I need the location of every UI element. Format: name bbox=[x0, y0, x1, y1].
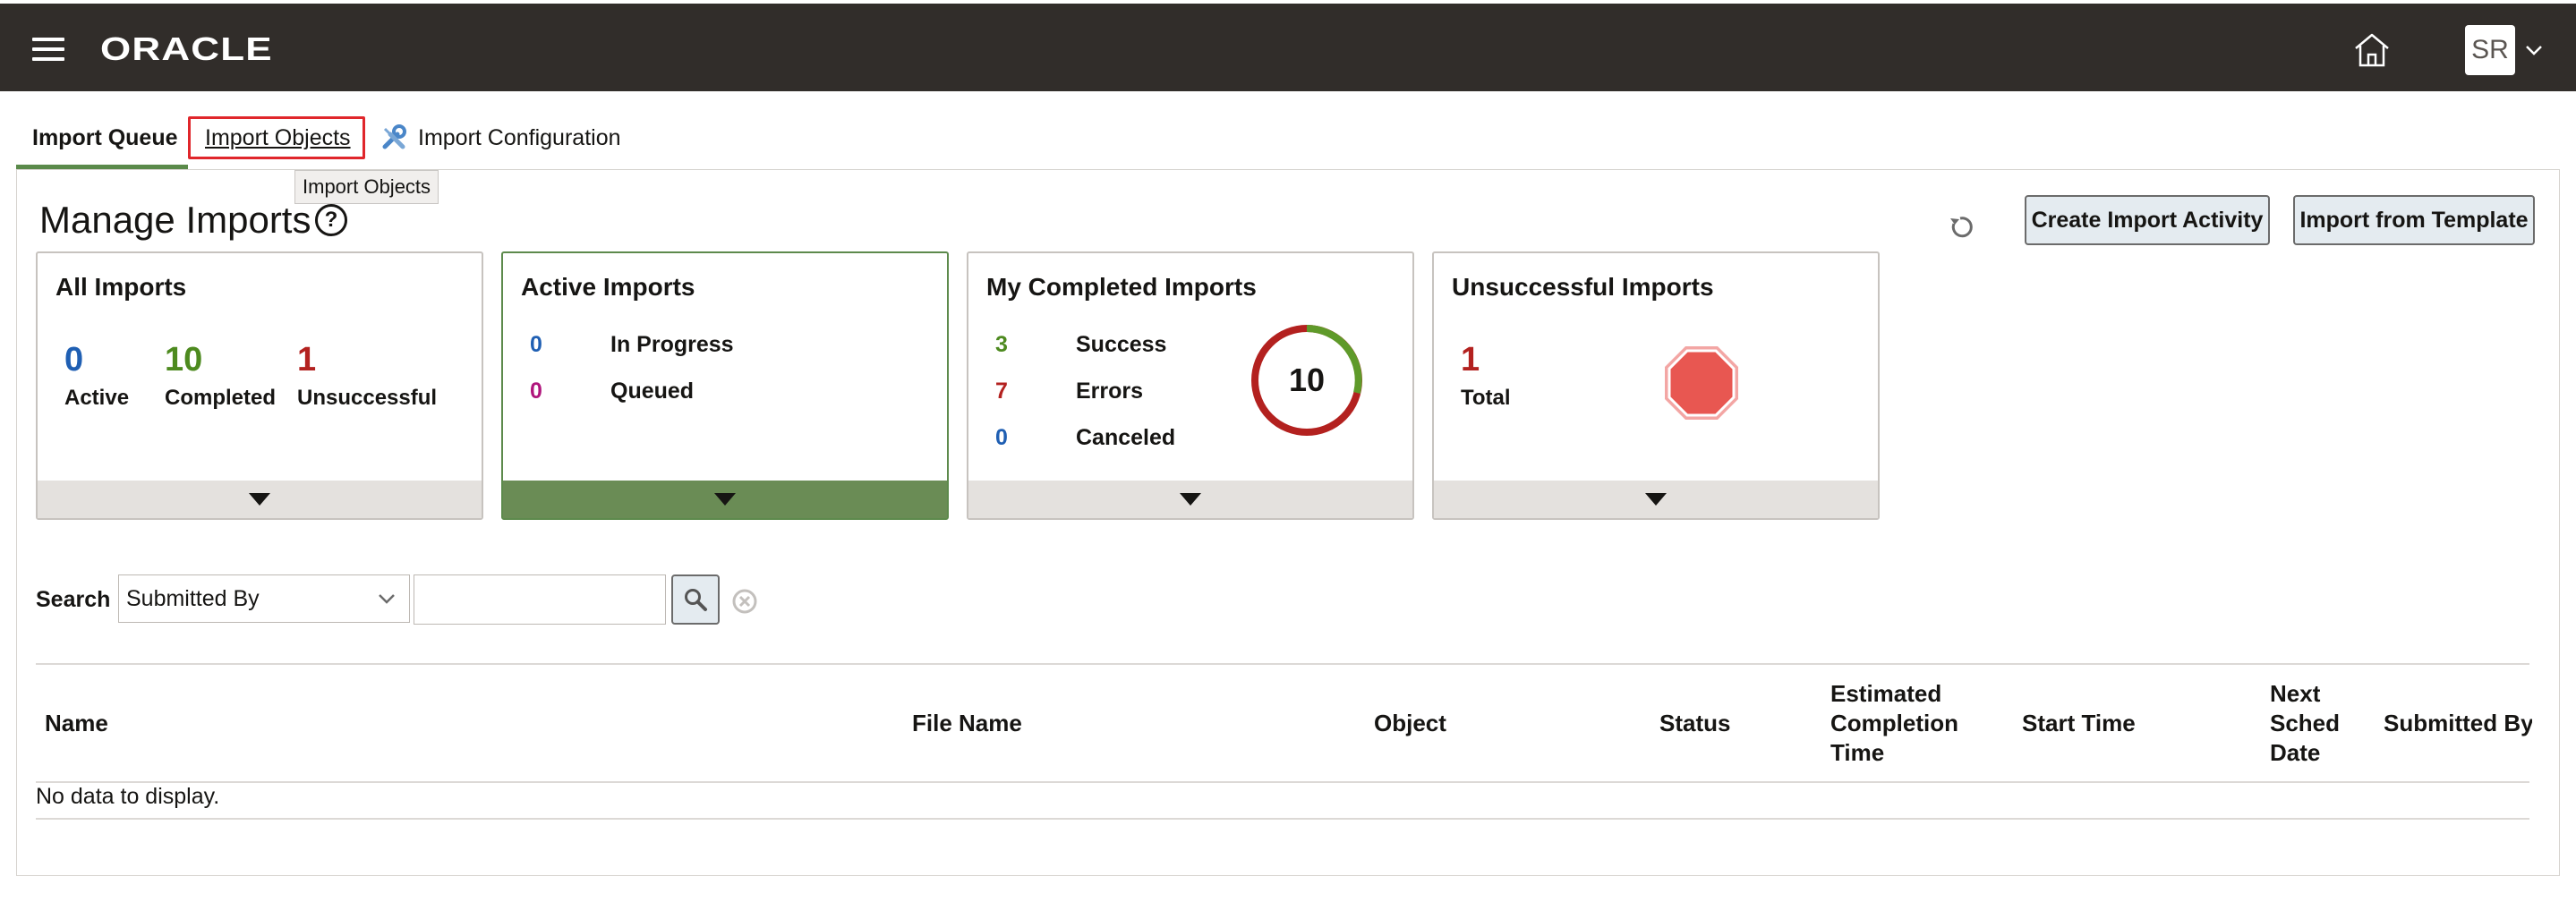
table-top-border bbox=[36, 663, 2529, 665]
search-field-value: Submitted By bbox=[126, 585, 260, 611]
card-title: Unsuccessful Imports bbox=[1452, 273, 1714, 301]
card-expand-bar[interactable] bbox=[503, 481, 947, 518]
column-header-name[interactable]: Name bbox=[45, 709, 108, 738]
search-icon bbox=[685, 589, 707, 611]
completed-count: 10 bbox=[165, 341, 203, 379]
stop-sign-icon bbox=[1665, 346, 1738, 420]
in-progress-label: In Progress bbox=[610, 332, 734, 357]
canceled-label: Canceled bbox=[1076, 425, 1176, 450]
expand-triangle-icon bbox=[1645, 493, 1667, 506]
card-active-imports[interactable]: Active Imports 0 In Progress 0 Queued bbox=[501, 251, 949, 520]
column-header-estimated-completion-time[interactable]: Estimated Completion Time bbox=[1830, 679, 1965, 768]
search-button[interactable] bbox=[671, 574, 720, 625]
total-label: Total bbox=[1461, 386, 1511, 410]
unsuccessful-count: 1 bbox=[297, 341, 317, 379]
card-expand-bar[interactable] bbox=[1434, 481, 1878, 518]
card-title: All Imports bbox=[55, 273, 187, 301]
home-icon[interactable] bbox=[2352, 30, 2392, 70]
user-avatar[interactable]: SR bbox=[2465, 25, 2515, 75]
table-header-divider bbox=[36, 781, 2529, 783]
column-header-status[interactable]: Status bbox=[1659, 709, 1730, 738]
chevron-down-icon[interactable] bbox=[2524, 43, 2544, 57]
page-title: Manage Imports bbox=[39, 199, 311, 241]
tab-import-queue[interactable]: Import Queue bbox=[32, 125, 178, 151]
donut-total: 10 bbox=[1288, 362, 1326, 398]
expand-triangle-icon bbox=[714, 493, 736, 506]
card-expand-bar[interactable] bbox=[38, 481, 482, 518]
tab-import-configuration[interactable]: Import Configuration bbox=[418, 125, 621, 151]
column-header-object[interactable]: Object bbox=[1374, 709, 1446, 738]
card-my-completed-imports[interactable]: My Completed Imports 3 Success 7 Errors … bbox=[967, 251, 1414, 520]
success-label: Success bbox=[1076, 332, 1167, 357]
errors-label: Errors bbox=[1076, 379, 1144, 404]
card-unsuccessful-imports[interactable]: Unsuccessful Imports 1 Total bbox=[1432, 251, 1880, 520]
clear-search-icon[interactable] bbox=[732, 589, 757, 614]
tools-icon bbox=[382, 124, 406, 149]
hamburger-menu-icon[interactable] bbox=[32, 38, 64, 61]
in-progress-count: 0 bbox=[530, 332, 542, 357]
create-import-activity-button[interactable]: Create Import Activity bbox=[2025, 195, 2270, 245]
expand-triangle-icon bbox=[1180, 493, 1201, 506]
errors-count: 7 bbox=[995, 379, 1008, 404]
tab-import-objects[interactable]: Import Objects bbox=[205, 125, 351, 151]
active-count: 0 bbox=[64, 341, 84, 379]
queued-label: Queued bbox=[610, 379, 695, 404]
canceled-count: 0 bbox=[995, 425, 1008, 450]
success-count: 3 bbox=[995, 332, 1008, 357]
help-icon[interactable]: ? bbox=[315, 204, 347, 236]
unsuccessful-label: Unsuccessful bbox=[297, 386, 438, 410]
search-input[interactable] bbox=[414, 574, 666, 625]
unsuccessful-total-count: 1 bbox=[1461, 341, 1480, 379]
queued-count: 0 bbox=[530, 379, 542, 404]
card-expand-bar[interactable] bbox=[968, 481, 1412, 518]
completed-label: Completed bbox=[165, 386, 277, 410]
oracle-logo[interactable]: ORACLE bbox=[100, 30, 273, 68]
import-from-template-button[interactable]: Import from Template bbox=[2293, 195, 2535, 245]
expand-triangle-icon bbox=[249, 493, 270, 506]
search-field-select[interactable]: Submitted By bbox=[118, 574, 410, 623]
table-empty-message: No data to display. bbox=[36, 784, 220, 809]
refresh-icon[interactable] bbox=[1946, 211, 1978, 243]
column-header-submitted-by[interactable]: Submitted By bbox=[2384, 709, 2532, 738]
top-bar: ORACLE SR bbox=[0, 4, 2576, 91]
card-title: Active Imports bbox=[521, 273, 695, 301]
search-label: Search bbox=[36, 587, 111, 612]
card-all-imports[interactable]: All Imports 0 Active 10 Completed 1 Unsu… bbox=[36, 251, 483, 520]
active-label: Active bbox=[64, 386, 130, 410]
card-title: My Completed Imports bbox=[986, 273, 1257, 301]
column-header-next-sched-date[interactable]: Next Sched Date bbox=[2270, 679, 2340, 768]
column-header-file-name[interactable]: File Name bbox=[912, 709, 1022, 738]
chevron-down-icon bbox=[379, 594, 395, 604]
column-header-start-time[interactable]: Start Time bbox=[2022, 709, 2136, 738]
table-bottom-border bbox=[36, 818, 2529, 820]
